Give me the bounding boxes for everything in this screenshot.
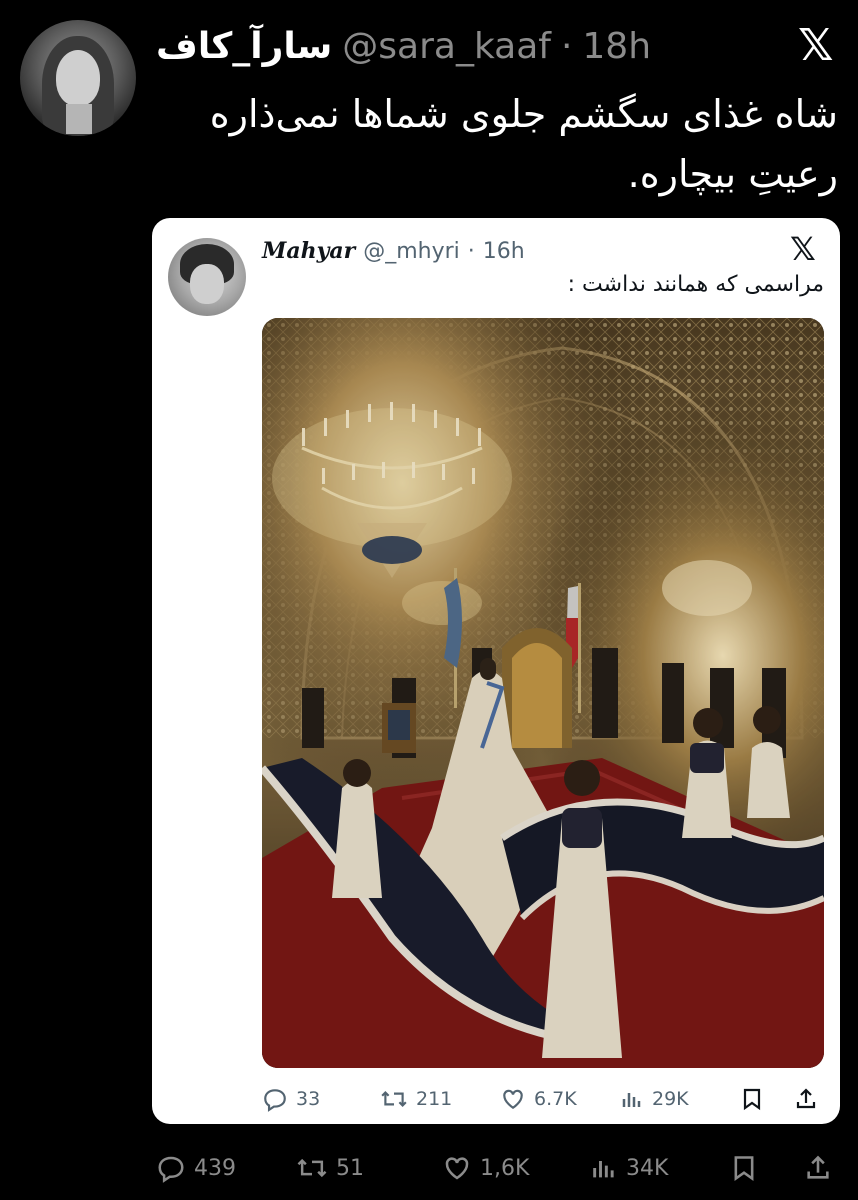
- reply-count: 439: [194, 1155, 236, 1181]
- share-icon: [807, 1155, 829, 1179]
- views-icon: [593, 1161, 614, 1178]
- views-count: 34K: [626, 1155, 669, 1181]
- quoted-tweet-time[interactable]: 16h: [483, 239, 525, 264]
- share-icon: [796, 1088, 816, 1109]
- quoted-views-count: 29K: [652, 1088, 689, 1110]
- author-handle[interactable]: @sara_kaaf: [342, 26, 551, 67]
- tweet-photo[interactable]: [262, 318, 824, 1068]
- retweet-icon: [297, 1158, 327, 1178]
- quoted-author-handle[interactable]: @_mhyri: [363, 239, 460, 264]
- quoted-retweet-button[interactable]: 211: [380, 1086, 452, 1112]
- x-logo-icon[interactable]: 𝕏: [798, 20, 833, 71]
- quoted-tweet-text: مراسمی که همانند نداشت :: [567, 272, 824, 297]
- bookmark-icon: [734, 1156, 754, 1181]
- quoted-author-avatar[interactable]: [168, 238, 246, 316]
- retweet-button[interactable]: 51: [296, 1153, 364, 1183]
- like-icon: [445, 1157, 469, 1180]
- views-button[interactable]: 34K: [590, 1153, 668, 1183]
- retweet-icon: [381, 1091, 407, 1107]
- quoted-tweet-actions: 33 211 6.7K 29K: [262, 1082, 824, 1116]
- quoted-x-logo-icon[interactable]: 𝕏: [790, 230, 816, 268]
- tweet-text: شاه غذای سگشم جلوی شماها نمی‌ذاره رعیتِ …: [209, 92, 838, 196]
- quoted-tweet-header: Mahyar @_mhyri · 16h: [262, 236, 525, 266]
- quoted-author-display-name[interactable]: Mahyar: [262, 238, 355, 264]
- reply-icon: [158, 1156, 184, 1183]
- tweet-time[interactable]: 18h: [582, 26, 651, 67]
- views-icon: [622, 1093, 641, 1107]
- bookmark-icon: [743, 1088, 761, 1111]
- avatar-face: [190, 264, 224, 304]
- retweet-count: 51: [336, 1155, 364, 1181]
- like-count: 1,6K: [480, 1155, 530, 1181]
- share-button[interactable]: [804, 1153, 832, 1183]
- bookmark-button[interactable]: [730, 1153, 758, 1183]
- avatar-face: [56, 50, 100, 106]
- like-icon: [503, 1089, 523, 1109]
- tweet-header: سارآ_کاف @sara_kaaf · 18h: [156, 22, 651, 70]
- quoted-bookmark-button[interactable]: [740, 1086, 764, 1112]
- avatar-neck: [66, 104, 92, 134]
- author-display-name[interactable]: سارآ_کاف: [156, 26, 332, 67]
- ceremony-photo-illustration: [262, 318, 824, 1068]
- quoted-retweet-count: 211: [416, 1088, 453, 1110]
- quoted-reply-button[interactable]: 33: [262, 1086, 320, 1112]
- quoted-reply-count: 33: [296, 1088, 321, 1110]
- quoted-like-button[interactable]: 6.7K: [500, 1086, 577, 1112]
- tweet-actions: 439 51 1,6K 34K: [156, 1150, 836, 1186]
- reply-icon: [264, 1089, 286, 1112]
- reply-button[interactable]: 439: [156, 1153, 236, 1183]
- quoted-views-button[interactable]: 29K: [620, 1086, 689, 1112]
- quoted-header-separator: ·: [467, 238, 475, 264]
- quoted-share-button[interactable]: [794, 1086, 818, 1112]
- header-separator: ·: [560, 25, 573, 67]
- author-avatar[interactable]: [20, 20, 136, 136]
- quoted-like-count: 6.7K: [534, 1088, 577, 1110]
- like-button[interactable]: 1,6K: [442, 1153, 529, 1183]
